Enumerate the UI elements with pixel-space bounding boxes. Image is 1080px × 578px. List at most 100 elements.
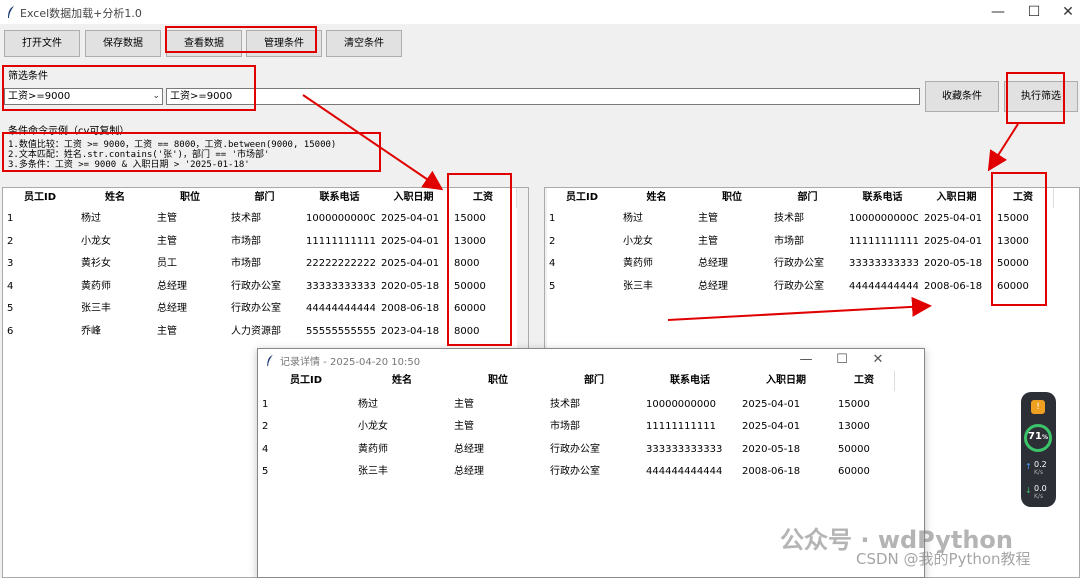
table-cell: 总经理 [157, 303, 187, 314]
table-cell: 员工 [157, 258, 177, 269]
table-row[interactable]: 5 张三丰 总经理 行政办公室 44444444444 2008-06-18 60000 [545, 276, 1079, 299]
table-cell: 技术部 [231, 213, 261, 224]
table-cell: 1000000000C [849, 213, 918, 224]
table-row[interactable]: 5 张三丰 总经理 行政办公室 444444444444 2008-06-18 60000 [258, 461, 924, 483]
record-detail-title: 记录详情 - 2025-04-20 10:50 [280, 357, 421, 368]
column-header[interactable]: 部门 [770, 188, 846, 208]
table-row[interactable]: 1 杨过 主管 技术部 1000000000C 2025-04-01 15000 [3, 208, 528, 231]
table-cell: 2020-05-18 [742, 443, 801, 455]
table-cell: 2 [7, 235, 14, 247]
table-cell: 2020-05-18 [381, 280, 440, 292]
favorite-condition-button[interactable]: 收藏条件 [925, 81, 999, 112]
column-header[interactable]: 员工ID [545, 188, 620, 208]
column-header[interactable]: 工资 [450, 188, 517, 208]
usage-percent: 71 [1028, 431, 1042, 442]
table-cell: 行政办公室 [231, 303, 281, 314]
column-header[interactable]: 职位 [450, 371, 547, 391]
column-header[interactable]: 工资 [834, 371, 895, 391]
window-titlebar: Excel数据加载+分析1.0 — ☐ ✕ [0, 0, 1080, 24]
clear-conditions-button[interactable]: 清空条件 [326, 30, 402, 57]
column-header[interactable]: 部门 [227, 188, 303, 208]
column-header[interactable]: 入职日期 [738, 371, 835, 391]
column-header[interactable]: 工资 [993, 188, 1054, 208]
table-row[interactable]: 2 小龙女 主管 市场部 11111111111 2025-04-01 13000 [258, 416, 924, 438]
table-cell: 1 [7, 213, 14, 224]
download-rate-unit: K/s [1034, 493, 1044, 500]
table-cell: 11111111111 [306, 235, 375, 247]
table-cell: 行政办公室 [231, 280, 281, 292]
table-cell: 技术部 [550, 399, 580, 410]
table-cell: 1 [262, 399, 269, 410]
column-header[interactable]: 员工ID [258, 371, 355, 391]
table-cell: 2025-04-01 [924, 235, 983, 247]
column-header[interactable]: 员工ID [3, 188, 78, 208]
table-cell: 50000 [838, 443, 870, 455]
table-row[interactable]: 1 杨过 主管 技术部 10000000000 2025-04-01 15000 [258, 394, 924, 416]
table-row[interactable]: 3 黄衫女 员工 市场部 22222222222 2025-04-01 8000 [3, 253, 528, 276]
run-filter-button[interactable]: 执行筛选 [1004, 81, 1078, 112]
column-header[interactable]: 职位 [694, 188, 771, 208]
minimize-button[interactable]: — [978, 2, 1018, 22]
view-data-button[interactable]: 查看数据 [166, 30, 242, 57]
table-cell: 44444444444 [306, 303, 375, 314]
table-cell: 主管 [698, 235, 718, 247]
column-header[interactable]: 联系电话 [642, 371, 739, 391]
column-header[interactable]: 联系电话 [845, 188, 921, 208]
csdn-watermark: CSDN @我的Python教程 [856, 550, 1031, 568]
column-header[interactable]: 入职日期 [377, 188, 451, 208]
table-cell: 1 [549, 213, 556, 224]
table-cell: 行政办公室 [774, 258, 824, 269]
column-header[interactable]: 姓名 [77, 188, 154, 208]
column-header[interactable]: 联系电话 [302, 188, 378, 208]
table-row[interactable]: 1 杨过 主管 技术部 1000000000C 2025-04-01 15000 [545, 208, 1079, 231]
condition-combobox[interactable]: 工资>=9000 ⌄ [4, 88, 163, 105]
table-row[interactable]: 5 张三丰 总经理 行政办公室 44444444444 2008-06-18 60000 [3, 298, 528, 321]
popup-maximize-button[interactable]: ☐ [824, 351, 860, 369]
column-header[interactable]: 姓名 [354, 371, 451, 391]
table-row[interactable]: 2 小龙女 主管 市场部 11111111111 2025-04-01 13000 [3, 231, 528, 254]
table-row[interactable]: 4 黄药师 总经理 行政办公室 33333333333 2020-05-18 50000 [3, 276, 528, 299]
table-cell: 杨过 [358, 399, 378, 410]
chevron-down-icon[interactable]: ⌄ [152, 89, 160, 104]
table-cell: 技术部 [774, 213, 804, 224]
feather-icon [8, 6, 14, 18]
table-cell: 3 [7, 258, 14, 269]
table-cell: 50000 [454, 280, 486, 292]
column-header[interactable]: 入职日期 [920, 188, 994, 208]
close-button[interactable]: ✕ [1048, 2, 1080, 22]
table-cell: 5 [262, 465, 269, 477]
table-cell: 13000 [997, 235, 1029, 247]
table-cell: 总经理 [454, 443, 484, 455]
table-cell: 5 [549, 280, 556, 292]
download-rate: 0.0 [1034, 484, 1047, 493]
manage-conditions-button[interactable]: 管理条件 [246, 30, 322, 57]
table-cell: 小龙女 [81, 235, 111, 247]
table-cell: 人力资源部 [231, 325, 281, 337]
table-row[interactable]: 4 黄药师 总经理 行政办公室 33333333333 2020-05-18 50000 [545, 253, 1079, 276]
table-cell: 主管 [157, 213, 177, 224]
condition-input[interactable]: 工资>=9000 [166, 88, 920, 105]
table-cell: 小龙女 [623, 235, 653, 247]
upload-icon: ↑ [1025, 462, 1032, 471]
popup-close-button[interactable]: ✕ [860, 351, 896, 369]
open-file-button[interactable]: 打开文件 [4, 30, 80, 57]
table-row[interactable]: 4 黄药师 总经理 行政办公室 333333333333 2020-05-18 50000 [258, 439, 924, 461]
table-cell: 主管 [157, 325, 177, 337]
column-header[interactable]: 部门 [546, 371, 643, 391]
table-cell: 总经理 [698, 258, 728, 269]
table-row[interactable]: 2 小龙女 主管 市场部 11111111111 2025-04-01 13000 [545, 231, 1079, 254]
table-cell: 2025-04-01 [381, 235, 440, 247]
table-cell: 总经理 [698, 280, 728, 292]
table-cell: 8000 [454, 258, 480, 269]
save-data-button[interactable]: 保存数据 [85, 30, 161, 57]
table-cell: 11111111111 [849, 235, 918, 247]
table-cell: 主管 [454, 421, 474, 433]
table-cell: 444444444444 [646, 465, 723, 477]
table-cell: 13000 [838, 421, 870, 433]
column-header[interactable]: 职位 [153, 188, 228, 208]
network-monitor-widget[interactable]: ! 71% ↑ 0.2 K/s ↓ 0.0 K/s [1021, 392, 1056, 507]
table-row[interactable]: 6 乔峰 主管 人力资源部 55555555555 2023-04-18 8000 [3, 321, 528, 344]
upload-rate: 0.2 [1034, 460, 1047, 469]
popup-minimize-button[interactable]: — [788, 351, 824, 369]
column-header[interactable]: 姓名 [619, 188, 695, 208]
